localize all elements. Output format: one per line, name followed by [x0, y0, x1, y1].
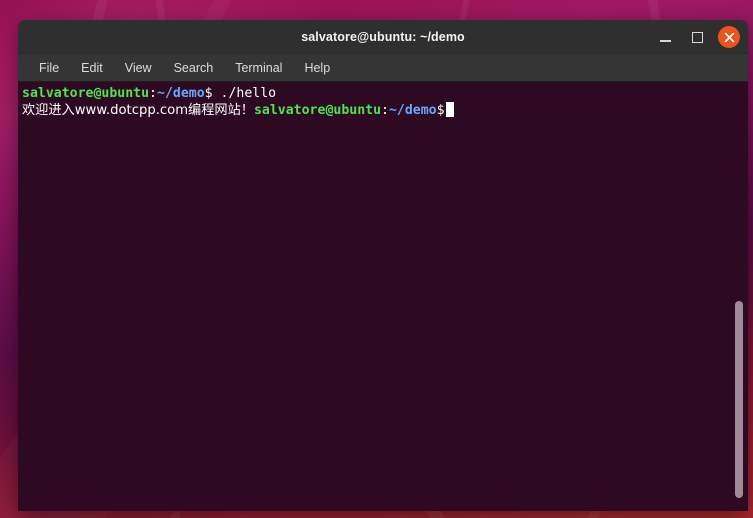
prompt-user-host: salvatore@ubuntu: [253, 103, 382, 118]
menu-item-help[interactable]: Help: [304, 61, 330, 75]
prompt-user-host: salvatore@ubuntu: [22, 86, 150, 101]
program-output: 欢迎进入www.dotcpp.com编程网站！: [22, 103, 254, 118]
window-controls: [654, 20, 740, 54]
close-button[interactable]: [718, 26, 740, 48]
minimize-icon: [659, 39, 671, 42]
prompt-separator: :: [381, 103, 389, 118]
menu-item-search[interactable]: Search: [174, 61, 214, 75]
terminal-line: salvatore@ubuntu:~/demo$ ./hello: [22, 85, 746, 102]
menu-bar: File Edit View Search Terminal Help: [18, 54, 748, 82]
terminal-window[interactable]: salvatore@ubuntu: ~/demo File Edit View: [18, 20, 748, 511]
prompt-path: ~/demo: [388, 103, 437, 118]
close-icon: [724, 32, 734, 42]
menu-item-edit[interactable]: Edit: [81, 61, 103, 75]
terminal-output-area[interactable]: salvatore@ubuntu:~/demo$ ./hello 欢迎进入www…: [18, 82, 748, 511]
prompt-path: ~/demo: [157, 86, 205, 101]
prompt-sigil: $: [204, 86, 213, 101]
terminal-command: ./hello: [212, 86, 277, 101]
desktop-wallpaper: salvatore@ubuntu: ~/demo File Edit View: [0, 0, 753, 518]
scrollbar-thumb[interactable]: [735, 300, 743, 499]
menu-item-terminal[interactable]: Terminal: [235, 61, 282, 75]
prompt-sigil: $: [436, 103, 445, 118]
minimize-button[interactable]: [654, 26, 676, 48]
terminal-line: 欢迎进入www.dotcpp.com编程网站！salvatore@ubuntu:…: [22, 102, 746, 119]
text-cursor: [445, 102, 454, 117]
maximize-button[interactable]: [686, 26, 708, 48]
menu-item-view[interactable]: View: [125, 61, 152, 75]
window-title: salvatore@ubuntu: ~/demo: [301, 29, 465, 44]
menu-item-file[interactable]: File: [39, 61, 59, 75]
terminal-scrollbar[interactable]: [733, 82, 745, 511]
window-titlebar[interactable]: salvatore@ubuntu: ~/demo: [18, 20, 748, 54]
maximize-icon: [691, 31, 703, 43]
prompt-separator: :: [149, 86, 157, 101]
